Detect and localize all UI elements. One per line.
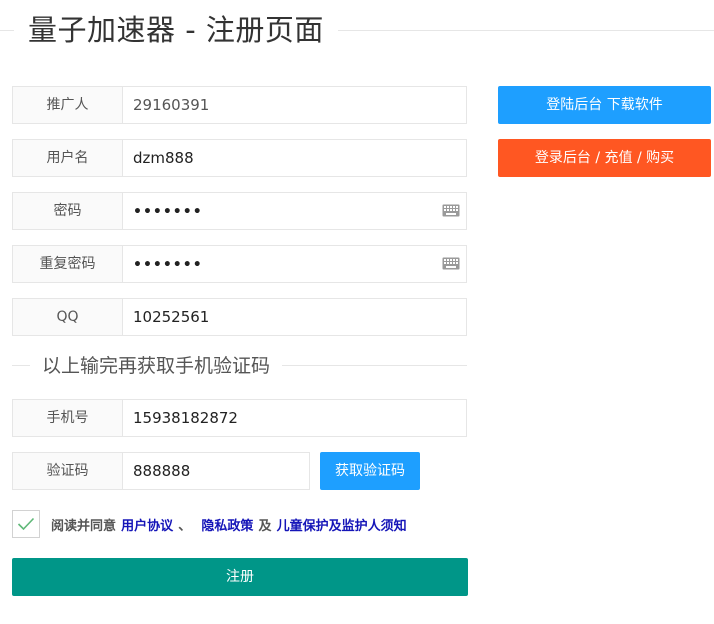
referrer-field: 推广人 29160391 bbox=[12, 86, 467, 124]
agreement-separator: 、 bbox=[178, 518, 192, 534]
child-protection-link[interactable]: 儿童保护及监护人须知 bbox=[277, 515, 407, 534]
confirm-password-mask: ••••••• bbox=[133, 257, 203, 273]
verification-code-field: 验证码 888888 bbox=[12, 452, 310, 490]
keyboard-icon[interactable] bbox=[442, 204, 460, 217]
agreement-and: 及 bbox=[258, 518, 272, 534]
get-code-button[interactable]: 获取验证码 bbox=[320, 452, 420, 490]
password-input[interactable]: ••••••• bbox=[123, 193, 466, 229]
password-field: 密码 ••••••• bbox=[12, 192, 467, 230]
user-agreement-link[interactable]: 用户协议 bbox=[121, 515, 173, 534]
login-download-button[interactable]: 登陆后台 下载软件 bbox=[498, 86, 711, 124]
username-input[interactable]: dzm888 bbox=[123, 140, 466, 176]
qq-input[interactable]: 10252561 bbox=[123, 299, 466, 335]
page-title: 量子加速器 - 注册页面 bbox=[14, 8, 338, 52]
username-field: 用户名 dzm888 bbox=[12, 139, 467, 177]
phone-section-header: 以上输完再获取手机验证码 bbox=[12, 348, 467, 384]
referrer-label: 推广人 bbox=[13, 87, 123, 123]
qq-label: QQ bbox=[13, 299, 123, 335]
qq-field: QQ 10252561 bbox=[12, 298, 467, 336]
phone-field: 手机号 15938182872 bbox=[12, 399, 467, 437]
referrer-input[interactable]: 29160391 bbox=[123, 87, 466, 123]
section-title: 以上输完再获取手机验证码 bbox=[30, 352, 283, 380]
confirm-password-field: 重复密码 ••••••• bbox=[12, 245, 467, 283]
username-label: 用户名 bbox=[13, 140, 123, 176]
agreement-checkbox[interactable] bbox=[12, 510, 40, 538]
password-label: 密码 bbox=[13, 193, 123, 229]
login-recharge-button[interactable]: 登录后台 / 充值 / 购买 bbox=[498, 139, 711, 177]
register-button[interactable]: 注册 bbox=[12, 558, 468, 596]
confirm-password-label: 重复密码 bbox=[13, 246, 123, 282]
agreement-prefix: 阅读并同意 bbox=[51, 518, 117, 534]
page-header: 量子加速器 - 注册页面 bbox=[0, 0, 714, 62]
keyboard-icon[interactable] bbox=[442, 257, 460, 270]
confirm-password-input[interactable]: ••••••• bbox=[123, 246, 466, 282]
verification-code-input[interactable]: 888888 bbox=[123, 453, 309, 489]
agreement-row: 阅读并同意 用户协议 、 隐私政策 及 儿童保护及监护人须知 bbox=[12, 508, 407, 540]
check-icon bbox=[17, 517, 35, 531]
phone-input[interactable]: 15938182872 bbox=[123, 400, 466, 436]
password-mask: ••••••• bbox=[133, 204, 203, 220]
privacy-policy-link[interactable]: 隐私政策 bbox=[201, 515, 253, 534]
verification-code-label: 验证码 bbox=[13, 453, 123, 489]
phone-label: 手机号 bbox=[13, 400, 123, 436]
